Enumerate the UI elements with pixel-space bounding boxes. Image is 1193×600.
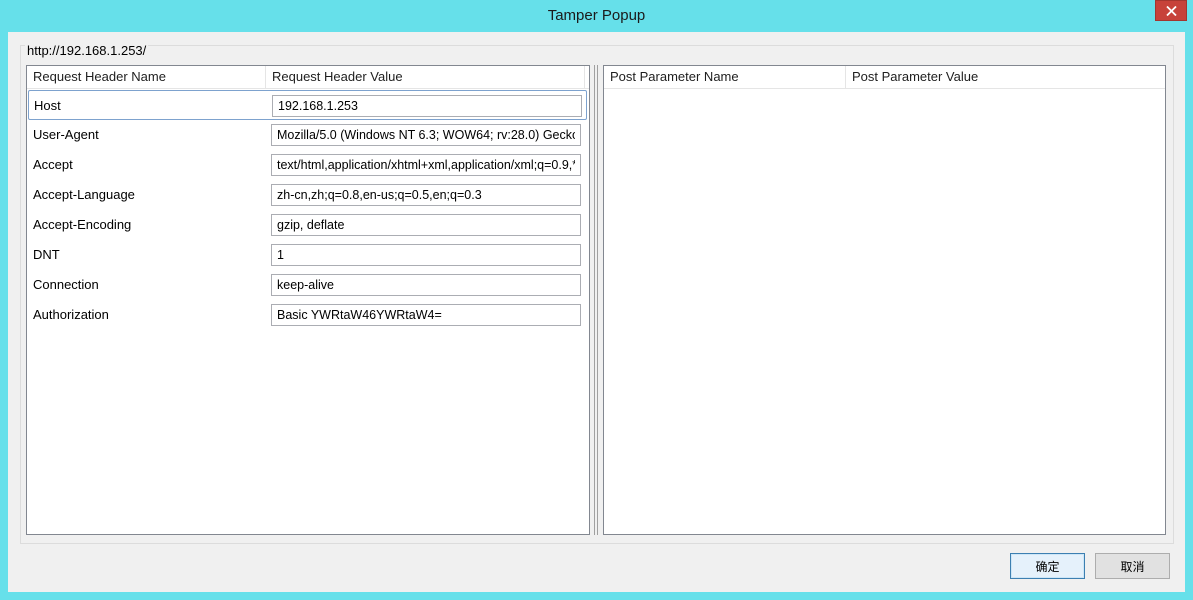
close-button[interactable] <box>1155 0 1187 21</box>
table-row[interactable]: Accept <box>28 150 587 180</box>
column-header-name[interactable]: Post Parameter Name <box>604 66 846 88</box>
table-row[interactable]: Connection <box>28 270 587 300</box>
header-value-field[interactable] <box>271 154 581 176</box>
header-name: Authorization <box>33 307 109 322</box>
table-row[interactable]: User-Agent <box>28 120 587 150</box>
header-value-field[interactable] <box>271 184 581 206</box>
column-header-value[interactable]: Post Parameter Value <box>846 66 1165 88</box>
table-row[interactable]: Authorization <box>28 300 587 330</box>
table-row[interactable]: Accept-Encoding <box>28 210 587 240</box>
table-header: Request Header Name Request Header Value <box>27 66 589 89</box>
header-value-field[interactable] <box>272 95 582 117</box>
header-name: Host <box>34 98 61 113</box>
table-row[interactable]: DNT <box>28 240 587 270</box>
header-name: User-Agent <box>33 127 99 142</box>
header-name: Accept-Language <box>33 187 135 202</box>
request-url: http://192.168.1.253/ <box>25 43 149 58</box>
column-header-value[interactable]: Request Header Value <box>266 66 585 88</box>
panel-splitter[interactable] <box>592 65 600 535</box>
close-icon <box>1165 5 1177 16</box>
header-name: Accept-Encoding <box>33 217 132 232</box>
table-row[interactable]: Accept-Language <box>28 180 587 210</box>
title-bar[interactable]: Tamper Popup <box>0 0 1193 32</box>
header-value-field[interactable] <box>271 274 581 296</box>
header-value-field[interactable] <box>271 304 581 326</box>
column-header-name[interactable]: Request Header Name <box>27 66 266 88</box>
header-value-field[interactable] <box>271 124 581 146</box>
ok-button[interactable]: 确定 <box>1010 553 1085 579</box>
table-header: Post Parameter Name Post Parameter Value <box>604 66 1165 89</box>
header-value-field[interactable] <box>271 214 581 236</box>
table-row[interactable]: Host <box>28 90 587 120</box>
cancel-button[interactable]: 取消 <box>1095 553 1170 579</box>
request-headers-table[interactable]: Request Header Name Request Header Value… <box>26 65 590 535</box>
post-parameters-table[interactable]: Post Parameter Name Post Parameter Value <box>603 65 1166 535</box>
dialog-body: http://192.168.1.253/ Request Header Nam… <box>8 32 1185 592</box>
header-name: DNT <box>33 247 60 262</box>
header-name: Connection <box>33 277 99 292</box>
header-name: Accept <box>33 157 73 172</box>
header-value-field[interactable] <box>271 244 581 266</box>
window-title: Tamper Popup <box>547 7 646 24</box>
